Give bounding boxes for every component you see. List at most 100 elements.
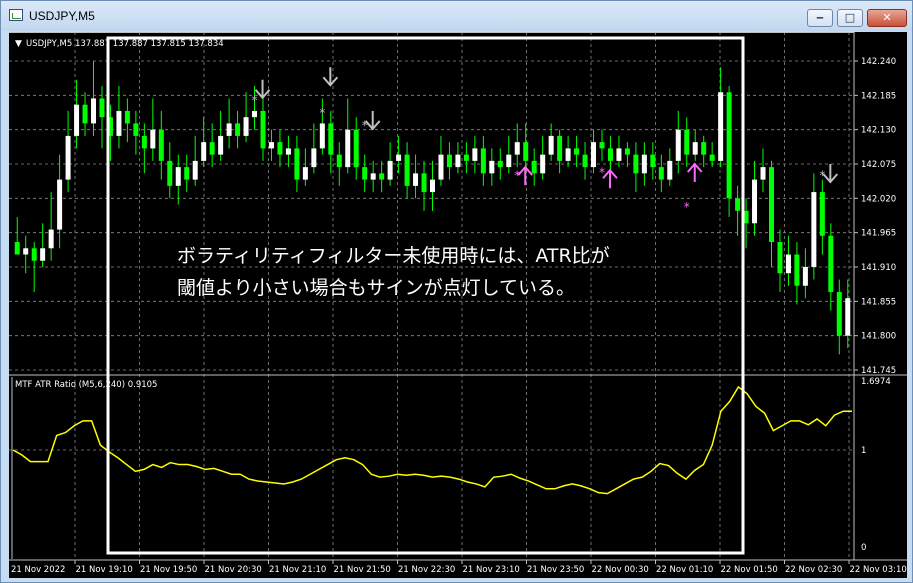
candle — [701, 135, 707, 168]
candle — [353, 117, 359, 180]
candle — [557, 129, 563, 174]
sell-arrow-icon — [322, 67, 339, 87]
price-label: 142.020 — [861, 194, 896, 204]
candle — [201, 117, 207, 168]
maximize-icon: □ — [844, 11, 856, 24]
annotation-line-1: ボラティリティフィルター未使用時には、ATR比が — [177, 245, 610, 267]
candle — [396, 135, 402, 174]
buy-arrow-icon — [686, 162, 703, 182]
signal-star-icon: * — [319, 106, 325, 120]
candle — [285, 135, 291, 168]
candle — [633, 142, 639, 193]
candle — [794, 242, 800, 305]
candle — [718, 67, 724, 168]
candle — [133, 110, 139, 155]
candle — [650, 142, 656, 180]
title-bar[interactable]: USDJPY,M5 ‒ □ ✕ — [1, 1, 912, 31]
candle — [709, 142, 715, 168]
time-label: 21 Nov 23:50 — [527, 565, 584, 575]
chart-area[interactable]: * * * * * * * ▼ USDJPY,M5 137.887 137.887 137.… — [9, 32, 907, 578]
candle — [497, 148, 503, 180]
candle — [658, 154, 664, 193]
candle — [574, 135, 580, 168]
time-label: 21 Nov 21:10 — [269, 565, 326, 575]
signal-star-icon: * — [362, 119, 368, 133]
candle — [14, 217, 20, 255]
candle — [785, 235, 791, 286]
annotation-text: ボラティリティフィルター未使用時には、ATR比が 閾値より小さい場合もサインが点… — [177, 240, 610, 304]
candle — [379, 160, 385, 193]
price-label: 141.745 — [861, 366, 896, 376]
candle — [446, 142, 452, 180]
candle — [819, 179, 825, 255]
time-label: 22 Nov 01:10 — [656, 565, 713, 575]
candle — [523, 123, 529, 174]
candle — [845, 279, 851, 349]
symbol-menu-icon[interactable]: ▼ — [15, 39, 22, 49]
candle — [404, 142, 410, 199]
indicator-scale-label: 0 — [861, 543, 866, 553]
time-label: 21 Nov 19:10 — [76, 565, 133, 575]
candle — [591, 129, 597, 174]
candle — [91, 61, 97, 136]
candle — [480, 135, 486, 186]
candle — [74, 79, 80, 149]
candle — [836, 279, 842, 355]
price-label: 142.130 — [861, 126, 896, 136]
candle — [192, 135, 198, 186]
chart-canvas[interactable]: * * * * * * * ▼ USDJPY,M5 137.887 137.887 137.… — [9, 32, 907, 578]
chart-window-icon — [9, 9, 23, 21]
price-label: 141.965 — [861, 229, 896, 239]
price-label: 141.855 — [861, 297, 896, 307]
candle — [684, 117, 690, 168]
candle — [235, 110, 241, 149]
time-label: 21 Nov 21:50 — [334, 565, 391, 575]
candle — [540, 135, 546, 180]
candle — [828, 223, 834, 311]
candle — [692, 129, 698, 161]
candle — [811, 173, 817, 280]
time-label: 22 Nov 00:30 — [592, 565, 649, 575]
time-label: 21 Nov 2022 — [11, 565, 65, 575]
candle — [624, 142, 630, 168]
window-title: USDJPY,M5 — [29, 9, 95, 23]
close-icon: ✕ — [882, 11, 892, 24]
candle — [345, 98, 351, 174]
candle — [40, 223, 46, 267]
time-label: 21 Nov 19:50 — [140, 565, 197, 575]
candle — [735, 185, 741, 236]
candle — [472, 135, 478, 174]
candle — [252, 85, 258, 130]
candle — [607, 135, 613, 174]
candle — [141, 123, 147, 174]
candle — [599, 129, 605, 161]
maximize-button[interactable]: □ — [837, 9, 863, 27]
sell-arrow-icon — [822, 164, 839, 184]
candle — [243, 92, 249, 143]
price-label: 142.240 — [861, 57, 896, 67]
terminal-window: USDJPY,M5 ‒ □ ✕ * * * * * * * ▼ USDJPY,M5 137.… — [0, 0, 913, 583]
candle — [616, 135, 622, 168]
signal-star-icon: * — [514, 169, 520, 183]
time-label: 22 Nov 01:50 — [721, 565, 778, 575]
price-label: 141.800 — [861, 332, 896, 342]
price-label: 142.075 — [861, 160, 896, 170]
candle — [226, 98, 232, 149]
indicator-scale-label: 1.6974 — [861, 377, 891, 387]
candle — [667, 148, 673, 186]
candle — [65, 110, 71, 193]
candle — [302, 148, 308, 186]
candle — [430, 160, 435, 211]
candle — [158, 110, 164, 180]
candle — [777, 229, 783, 292]
candle — [489, 148, 495, 186]
signal-star-icon: * — [252, 94, 258, 108]
candle — [582, 142, 588, 180]
candle — [362, 154, 368, 193]
candle — [760, 148, 766, 193]
time-label: 22 Nov 02:30 — [785, 565, 842, 575]
close-button[interactable]: ✕ — [867, 9, 907, 27]
minimize-button[interactable]: ‒ — [807, 9, 833, 27]
candle — [57, 154, 63, 249]
candle — [641, 142, 647, 186]
